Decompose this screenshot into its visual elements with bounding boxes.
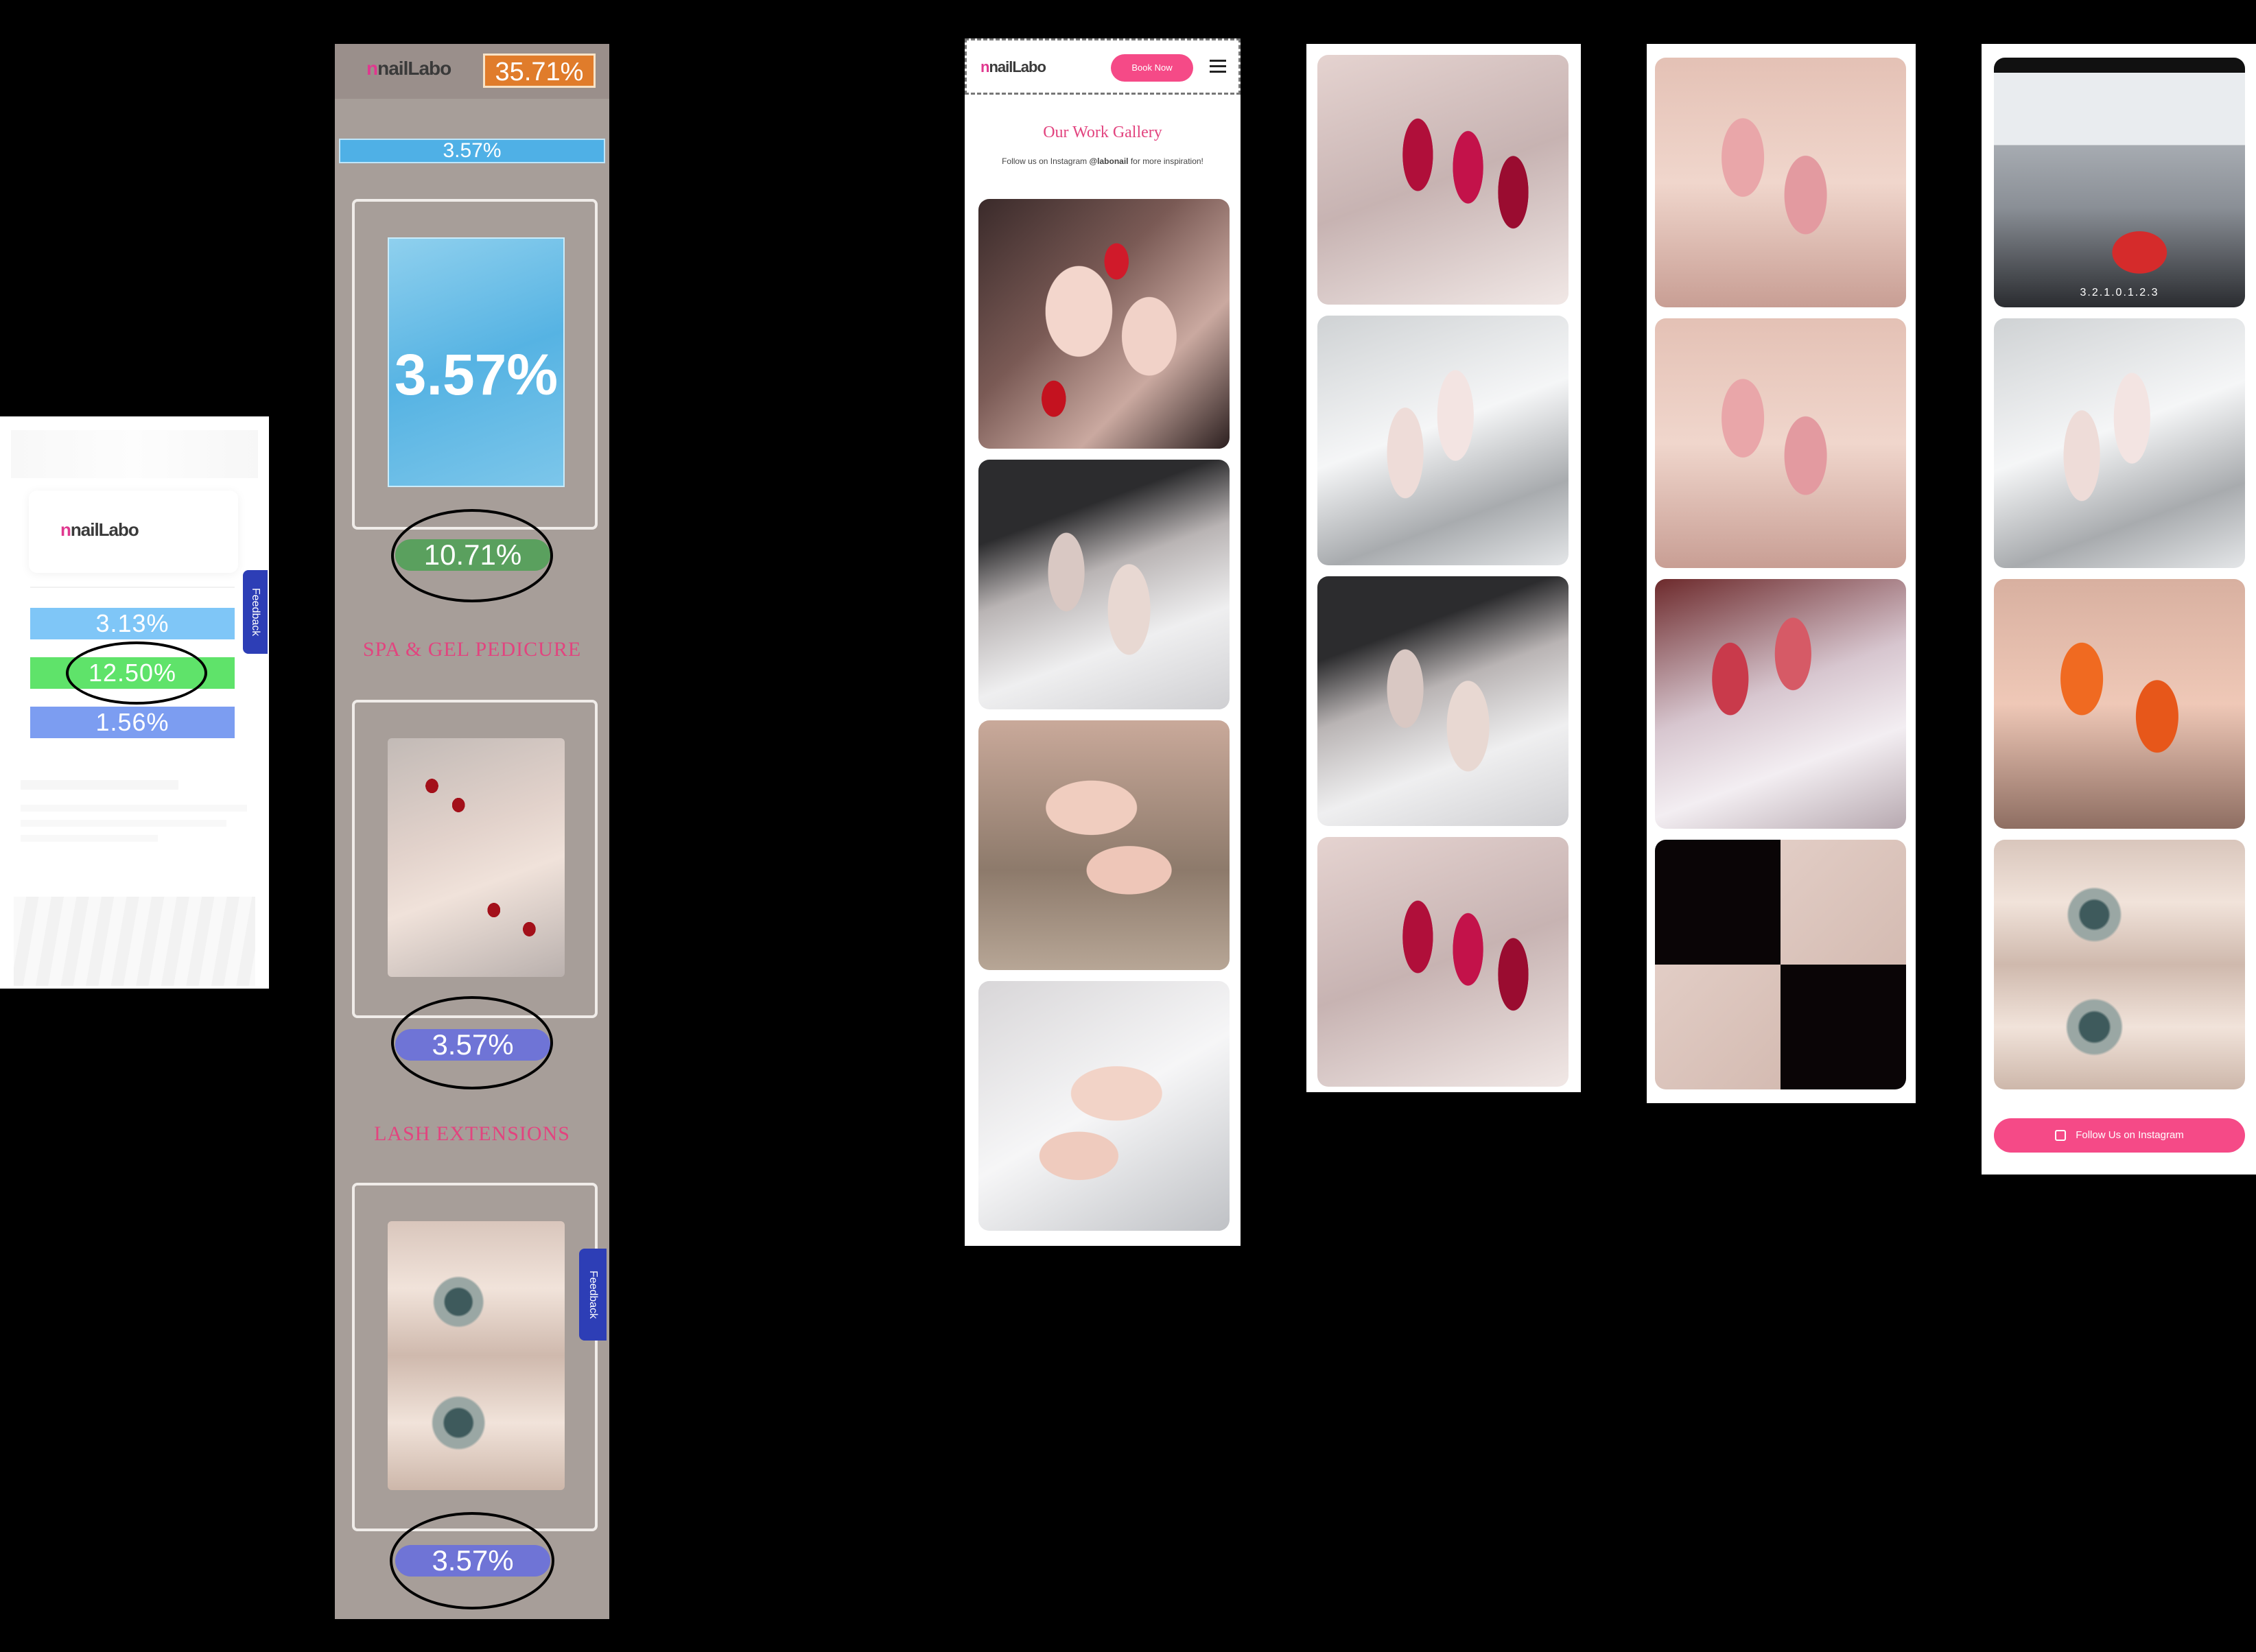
gallery-image[interactable] [978, 460, 1230, 709]
feedback-tab[interactable]: Feedback [579, 1249, 607, 1341]
salon-video-thumbnail[interactable]: 3.2.1.0.1.2.3 [1994, 58, 2245, 307]
gallery-image[interactable] [1317, 316, 1568, 565]
highlight-ring [390, 1512, 554, 1609]
gallery-image[interactable] [978, 199, 1230, 449]
faded-image [14, 897, 255, 986]
gallery-image-loading[interactable] [1655, 840, 1906, 1089]
image-percent-overlay: 3.57% [394, 342, 559, 407]
brand-logo[interactable]: nnailLabo [60, 519, 139, 541]
mobile-panel-gallery: nnailLabo Book Now Our Work Gallery Foll… [965, 38, 1241, 1246]
percent-badge-top: 35.71% [483, 54, 596, 88]
section-title-lash: LASH EXTENSIONS [374, 1122, 570, 1145]
menu-line [1210, 65, 1226, 67]
highlight-ring [391, 509, 553, 602]
video-top-bar [1994, 58, 2245, 73]
hamburger-menu-icon[interactable] [1210, 58, 1226, 75]
service-card-lash [352, 1183, 598, 1531]
mobile-panel-services: nnailLabo 35.71% 3.57% 3.57% 10.71% SPA … [335, 44, 609, 1619]
pedicure-image [388, 738, 565, 977]
lash-image [388, 1221, 565, 1490]
highlight-ring [391, 996, 553, 1089]
video-counter: 3.2.1.0.1.2.3 [2080, 287, 2159, 298]
header-bar: nnailLabo 35.71% [335, 44, 609, 99]
gallery-column-4: 3.2.1.0.1.2.3 Follow Us on Instagram [1982, 44, 2256, 1175]
gallery-image[interactable] [1655, 579, 1906, 829]
gallery-image[interactable] [1655, 318, 1906, 568]
feedback-tab[interactable]: Feedback [243, 570, 268, 654]
nail-art-image: 3.57% [388, 237, 565, 487]
service-card-pedicure [352, 700, 598, 1018]
logo-card: nnailLabo [29, 491, 238, 573]
book-now-button[interactable]: Book Now [1111, 54, 1193, 82]
brand-logo-text: nailLabo [377, 58, 451, 79]
gallery-image[interactable] [978, 981, 1230, 1231]
brand-logo[interactable]: nnailLabo [366, 58, 451, 80]
gallery-column-3 [1647, 44, 1916, 1103]
brand-logo[interactable]: nnailLabo [980, 58, 1046, 76]
gallery-column-2 [1306, 44, 1581, 1092]
faded-text-line [21, 805, 247, 812]
subtitle-text: for more inspiration! [1128, 156, 1203, 166]
subtitle-text: Follow us on Instagram [1002, 156, 1090, 166]
header-bar: nnailLabo Book Now [965, 38, 1241, 95]
brand-logo-text: nailLabo [70, 519, 139, 540]
divider [30, 587, 235, 588]
gallery-image[interactable] [1994, 840, 2245, 1089]
faded-text-line [21, 780, 178, 790]
faded-text-line [21, 835, 158, 842]
menu-line [1210, 71, 1226, 73]
gallery-image[interactable] [1317, 837, 1568, 1087]
follow-instagram-button[interactable]: Follow Us on Instagram [1994, 1118, 2245, 1153]
gallery-image[interactable] [1317, 576, 1568, 826]
service-card-nail-art: 3.57% [352, 199, 598, 530]
gallery-image[interactable] [1655, 58, 1906, 307]
percent-bar-1: 3.13% [30, 608, 235, 639]
gallery-image[interactable] [1994, 579, 2245, 829]
gallery-subtitle: Follow us on Instagram @labonail for mor… [965, 156, 1241, 166]
section-title-pedicure: SPA & GEL PEDICURE [362, 638, 582, 661]
gallery-image[interactable] [978, 720, 1230, 970]
gallery-image[interactable] [1994, 318, 2245, 568]
instagram-icon [2055, 1130, 2067, 1142]
highlight-ring [66, 641, 207, 705]
menu-line [1210, 60, 1226, 62]
follow-button-label: Follow Us on Instagram [2076, 1129, 2184, 1141]
instagram-handle-link[interactable]: @labonail [1089, 156, 1128, 166]
feedback-label: Feedback [250, 587, 261, 637]
gallery-image[interactable] [1317, 55, 1568, 305]
feedback-label: Feedback [587, 1270, 599, 1319]
mobile-panel-left: nnailLabo 3.13% 12.50% 1.56% Feedback [0, 416, 269, 989]
section-title-bar: 3.57% [339, 139, 605, 163]
percent-bar-3: 1.56% [30, 707, 235, 738]
brand-logo-text: nailLabo [989, 58, 1046, 75]
faded-text-line [21, 820, 226, 827]
gallery-title: Our Work Gallery [1043, 123, 1162, 141]
faded-header-image [11, 430, 258, 478]
